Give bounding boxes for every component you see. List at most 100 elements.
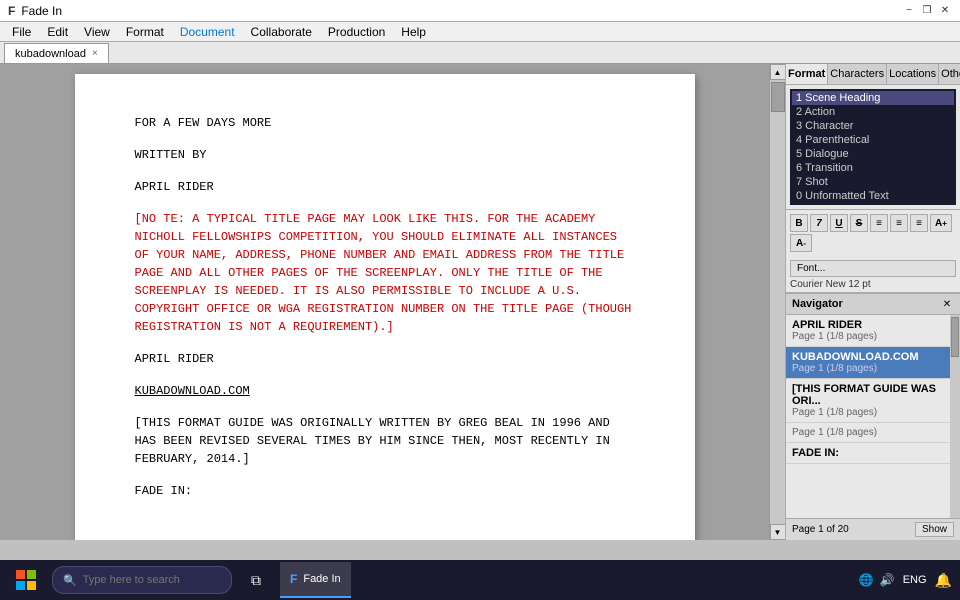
page-block-format-note: [THIS FORMAT GUIDE WAS ORIGINALLY WRITTE… — [135, 414, 635, 468]
taskbar-right: 🌐 🔊 ENG 🔔 — [859, 572, 952, 589]
start-button[interactable] — [8, 562, 44, 598]
nav-item-title: APRIL RIDER — [792, 319, 944, 331]
nav-scroll-thumb[interactable] — [951, 317, 959, 357]
navigator-footer: Page 1 of 20 Show — [786, 518, 960, 540]
page-info: Page 1 of 20 — [792, 524, 849, 535]
align-center-button[interactable]: ≡ — [890, 214, 908, 232]
nav-scroll-area: APRIL RIDER Page 1 (1/8 pages) KUBADOWNL… — [786, 315, 960, 518]
tab-characters[interactable]: Characters — [828, 64, 887, 84]
navigator-title: Navigator — [792, 298, 843, 310]
maximize-button[interactable]: ❐ — [920, 4, 934, 18]
format-tabs: Format Characters Locations Other — [786, 64, 960, 85]
show-button[interactable]: Show — [915, 522, 954, 537]
task-view-button[interactable]: ⧉ — [240, 564, 272, 596]
scroll-up-button[interactable]: ▲ — [770, 64, 786, 80]
format-guide-note: [THIS FORMAT GUIDE WAS ORIGINALLY WRITTE… — [135, 414, 635, 468]
align-left-button[interactable]: ≡ — [870, 214, 888, 232]
keyboard-locale[interactable]: ENG — [903, 574, 927, 586]
underline-button[interactable]: U — [830, 214, 848, 232]
align-right-button[interactable]: ≡ — [910, 214, 928, 232]
style-transition[interactable]: 6 Transition — [792, 161, 954, 175]
taskbar: 🔍 ⧉ F Fade In 🌐 🔊 ENG 🔔 — [0, 560, 960, 600]
style-shot[interactable]: 7 Shot — [792, 175, 954, 189]
style-list: 1 Scene Heading 2 Action 3 Character 4 P… — [790, 89, 956, 205]
navigator-close-button[interactable]: ✕ — [940, 297, 954, 311]
font-name-label: Courier New 12 pt — [786, 277, 960, 292]
nav-item-title: FADE IN: — [792, 447, 944, 459]
menu-help[interactable]: Help — [393, 22, 434, 42]
title-bar-title: Fade In — [21, 4, 62, 18]
menu-collaborate[interactable]: Collaborate — [243, 22, 320, 42]
nav-item-title: [THIS FORMAT GUIDE WAS ORI... — [792, 383, 944, 407]
page-block-title: FOR A FEW DAYS MORE — [135, 114, 635, 132]
nav-item-format-guide[interactable]: [THIS FORMAT GUIDE WAS ORI... Page 1 (1/… — [786, 379, 950, 423]
title-bar-controls[interactable]: − ❐ ✕ — [902, 4, 952, 18]
strikethrough-button[interactable]: S — [850, 214, 868, 232]
nav-item-fadein[interactable]: FADE IN: — [786, 443, 950, 464]
style-dialogue[interactable]: 5 Dialogue — [792, 147, 954, 161]
scroll-track[interactable] — [770, 80, 785, 524]
tab-bar: kubadownload × — [0, 42, 960, 64]
close-button[interactable]: ✕ — [938, 4, 952, 18]
title-bar: F Fade In − ❐ ✕ — [0, 0, 960, 22]
editor-wrapper: FOR A FEW DAYS MORE WRITTEN BY APRIL RID… — [0, 64, 785, 540]
font-size-up-button[interactable]: A+ — [930, 214, 952, 232]
style-action[interactable]: 2 Action — [792, 105, 954, 119]
tab-locations[interactable]: Locations — [887, 64, 939, 84]
tab-other[interactable]: Other — [939, 64, 960, 84]
app-icon: F — [8, 4, 15, 18]
bold-button[interactable]: B — [790, 214, 808, 232]
style-character[interactable]: 3 Character — [792, 119, 954, 133]
font-button[interactable]: Font... — [790, 260, 956, 277]
menu-format[interactable]: Format — [118, 22, 172, 42]
editor-scrollbar[interactable]: ▲ ▼ — [769, 64, 785, 540]
page-block-note: [NO TE: A TYPICAL TITLE PAGE MAY LOOK LI… — [135, 210, 635, 336]
nav-item-sub: Page 1 (1/8 pages) — [792, 331, 944, 342]
tab-close-button[interactable]: × — [92, 48, 98, 59]
taskbar-search[interactable]: 🔍 — [52, 566, 232, 594]
style-unformatted[interactable]: 0 Unformatted Text — [792, 189, 954, 203]
menu-view[interactable]: View — [76, 22, 118, 42]
format-section: Format Characters Locations Other 1 Scen… — [786, 64, 960, 292]
nav-item-empty[interactable]: Page 1 (1/8 pages) — [786, 423, 950, 443]
menu-document[interactable]: Document — [172, 22, 243, 42]
title-page-note: [NO TE: A TYPICAL TITLE PAGE MAY LOOK LI… — [135, 210, 635, 336]
menu-production[interactable]: Production — [320, 22, 393, 42]
nav-item-kubadownload[interactable]: KUBADOWNLOAD.COM Page 1 (1/8 pages) — [786, 347, 950, 379]
menu-bar: File Edit View Format Document Collabora… — [0, 22, 960, 42]
fade-in-taskbar-button[interactable]: F Fade In — [280, 562, 351, 598]
tab-format[interactable]: Format — [786, 64, 828, 84]
scroll-down-button[interactable]: ▼ — [770, 524, 786, 540]
tab-kubadownload[interactable]: kubadownload × — [4, 43, 109, 63]
format-toolbar: B 7 U S ≡ ≡ ≡ A+ A- — [786, 209, 960, 256]
screenplay-title: FOR A FEW DAYS MORE — [135, 114, 635, 132]
fade-in-app-label: Fade In — [303, 573, 340, 585]
navigator-header[interactable]: Navigator ✕ — [786, 293, 960, 315]
nav-scrollbar[interactable] — [950, 315, 960, 518]
author-name: APRIL RIDER — [135, 178, 635, 196]
fade-in: FADE IN: — [135, 482, 635, 500]
navigator-content: APRIL RIDER Page 1 (1/8 pages) KUBADOWNL… — [786, 315, 950, 518]
volume-icon[interactable]: 🔊 — [880, 573, 895, 587]
menu-file[interactable]: File — [4, 22, 39, 42]
editor-area[interactable]: FOR A FEW DAYS MORE WRITTEN BY APRIL RID… — [0, 64, 769, 540]
navigator-section: Navigator ✕ APRIL RIDER Page 1 (1/8 page… — [786, 292, 960, 540]
style-parenthetical[interactable]: 4 Parenthetical — [792, 133, 954, 147]
menu-edit[interactable]: Edit — [39, 22, 76, 42]
font-size-down-button[interactable]: A- — [790, 234, 812, 252]
nav-item-sub: Page 1 (1/8 pages) — [792, 363, 944, 374]
nav-item-april-rider[interactable]: APRIL RIDER Page 1 (1/8 pages) — [786, 315, 950, 347]
tab-label: kubadownload — [15, 48, 86, 60]
page-block-writtenby: WRITTEN BY — [135, 146, 635, 164]
nav-item-title: KUBADOWNLOAD.COM — [792, 351, 944, 363]
nav-item-sub: Page 1 (1/8 pages) — [792, 407, 944, 418]
minimize-button[interactable]: − — [902, 4, 916, 18]
italic-button[interactable]: 7 — [810, 214, 828, 232]
search-input[interactable] — [83, 574, 221, 586]
scroll-thumb[interactable] — [771, 82, 785, 112]
network-icon[interactable]: 🌐 — [859, 573, 874, 587]
title-bar-left: F Fade In — [8, 4, 62, 18]
style-scene-heading[interactable]: 1 Scene Heading — [792, 91, 954, 105]
main-layout: FOR A FEW DAYS MORE WRITTEN BY APRIL RID… — [0, 64, 960, 540]
notification-icon[interactable]: 🔔 — [935, 572, 952, 589]
